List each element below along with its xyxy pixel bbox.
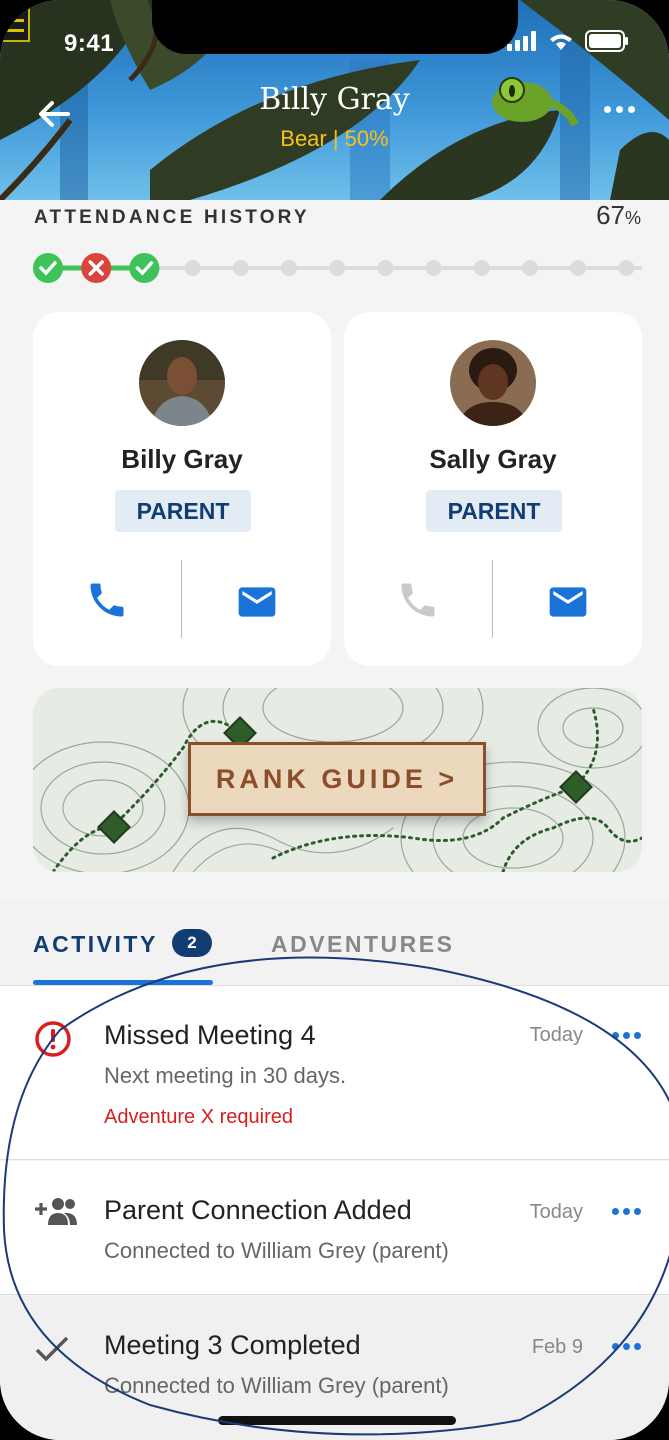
mail-icon[interactable] (546, 580, 590, 624)
checkmark-icon (35, 1336, 69, 1362)
role-badge: PARENT (115, 490, 251, 532)
app-screen: 9:41 Billy Gray Bear | 50% ATTENDANCE HI… (0, 0, 669, 1440)
attendance-percent-unit: % (624, 208, 641, 228)
attendance-pending-dot (377, 260, 394, 276)
rank-guide-button[interactable]: RANK GUIDE > (188, 742, 486, 816)
attendance-pending-dot (232, 260, 249, 276)
add-group-icon (35, 1198, 77, 1225)
activity-subtitle: Connected to William Grey (parent) (104, 1373, 449, 1398)
tab-adventures[interactable]: ADVENTURES (271, 931, 454, 958)
missed-x-icon (81, 253, 112, 283)
activity-subtitle: Connected to William Grey (parent) (104, 1238, 449, 1263)
activity-title: Meeting 3 Completed (104, 1330, 361, 1360)
phone-icon[interactable] (85, 578, 129, 622)
avatar (450, 340, 536, 426)
menu-icon[interactable] (0, 0, 30, 42)
page-title: Billy Gray (259, 82, 410, 117)
status-icons (507, 30, 629, 52)
home-indicator (218, 1416, 456, 1425)
device-notch (152, 0, 518, 54)
contact-name: Sally Gray (429, 444, 557, 474)
profile-header: 9:41 Billy Gray Bear | 50% (0, 0, 669, 200)
wifi-icon (550, 34, 572, 50)
attendance-pending-dot (522, 260, 538, 276)
phone-icon-disabled (401, 583, 435, 617)
attended-check-icon (33, 253, 63, 283)
rank-progress-subtitle: Bear | 50% (280, 126, 389, 151)
activity-date: Feb 9 (531, 1336, 583, 1358)
activity-title: Missed Meeting 4 (104, 1020, 316, 1050)
signal-icon (507, 31, 536, 51)
attendance-percent-value: 67 (596, 200, 625, 230)
attendance-pending-dot (184, 260, 201, 276)
more-options-icon[interactable] (612, 1343, 641, 1350)
contact-card: Sally Gray PARENT (344, 312, 642, 666)
activity-count-badge: 2 (172, 929, 212, 957)
contact-name: Billy Gray (121, 444, 243, 474)
more-options-icon[interactable] (604, 106, 635, 113)
alert-circle-icon (35, 1021, 71, 1057)
activity-date: Today (529, 1024, 583, 1046)
attendance-pending-dot (329, 260, 346, 276)
attendance-history-label: ATTENDANCE HISTORY (34, 207, 310, 228)
divider (181, 560, 182, 638)
list-item[interactable]: Parent Connection Added Connected to Wil… (0, 1161, 669, 1295)
attendance-percent: 67% (596, 200, 641, 231)
list-item[interactable]: Missed Meeting 4 Next meeting in 30 days… (0, 986, 669, 1160)
more-options-icon[interactable] (612, 1032, 641, 1039)
activity-date: Today (529, 1201, 583, 1223)
mail-icon[interactable] (235, 580, 279, 624)
activity-subtitle: Next meeting in 30 days. (104, 1063, 347, 1088)
role-badge: PARENT (426, 490, 562, 532)
attendance-pending-dot (425, 260, 442, 276)
active-tab-indicator (33, 980, 213, 985)
attended-check-icon (129, 253, 160, 283)
avatar (139, 340, 225, 426)
attendance-pending-dot (618, 260, 635, 276)
attendance-pending-dot (473, 260, 490, 276)
attendance-pending-dot (281, 260, 297, 276)
activity-warning: Adventure X required (104, 1106, 294, 1128)
more-options-icon[interactable] (612, 1208, 641, 1215)
contact-card: Billy Gray PARENT (33, 312, 331, 666)
attendance-track (33, 253, 642, 283)
activity-title: Parent Connection Added (104, 1195, 412, 1225)
tab-activity[interactable]: ACTIVITY (33, 931, 158, 958)
battery-icon (585, 30, 628, 52)
divider (492, 560, 493, 638)
attendance-pending-dot (570, 260, 587, 276)
status-time: 9:41 (64, 30, 115, 57)
